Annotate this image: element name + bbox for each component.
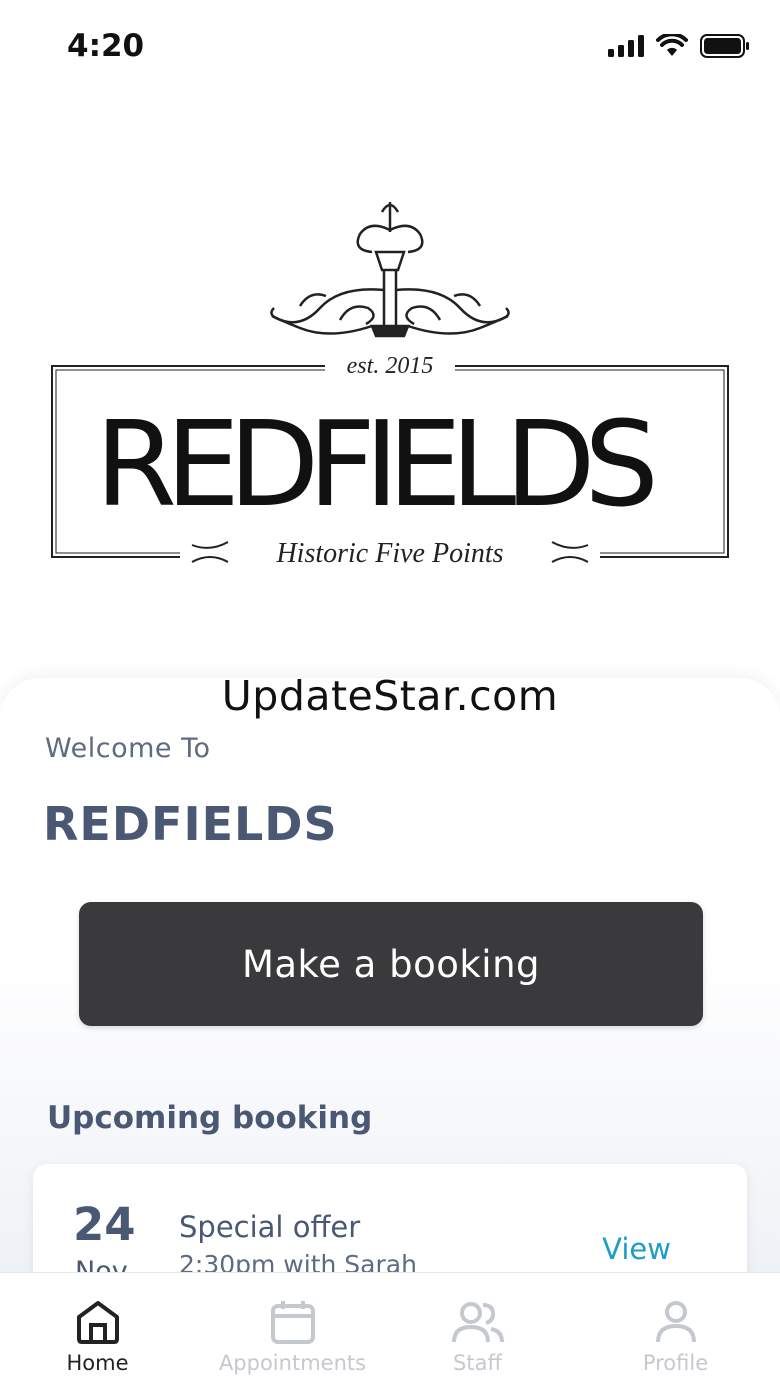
tab-staff[interactable]: Staff [380,1273,575,1388]
tab-staff-label: Staff [453,1351,502,1375]
wifi-icon [656,34,688,56]
tab-home-label: Home [66,1351,129,1375]
profile-icon [655,1301,696,1343]
welcome-label: Welcome To [45,733,211,764]
cellular-signal-icon [608,35,644,57]
booking-title: Special offer [179,1210,361,1244]
tab-appointments[interactable]: Appointments [195,1273,390,1388]
staff-icon [451,1302,504,1343]
home-icon [76,1301,119,1344]
watermark-text: UpdateStar.com [221,672,559,720]
upcoming-booking-heading: Upcoming booking [47,1100,373,1136]
tab-profile-label: Profile [642,1351,709,1375]
tab-appointments-label: Appointments [218,1351,367,1375]
battery-icon [700,34,749,58]
tab-profile[interactable]: Profile [578,1273,773,1388]
calendar-icon [270,1301,315,1344]
status-icons [608,34,750,58]
tab-home[interactable]: Home [0,1273,195,1388]
tab-bar: Home Appointments Staff Profile [0,1272,780,1388]
make-booking-button[interactable]: Make a booking [79,902,703,1026]
page-title: REDFIELDS [43,797,338,851]
logo-illustration: est. 2015 REDFIELDS Historic Five Points [51,202,729,569]
logo-est: est. 2015 [347,353,434,379]
status-bar: 4:20 [0,0,780,95]
brand-logo: est. 2015 REDFIELDS Historic Five Points [0,190,780,590]
logo-wordmark: REDFIELDS [95,395,685,533]
view-booking-link[interactable]: View [602,1232,671,1266]
logo-tagline: Historic Five Points [275,538,503,569]
status-time: 4:20 [67,28,145,64]
booking-day: 24 [73,1198,136,1251]
